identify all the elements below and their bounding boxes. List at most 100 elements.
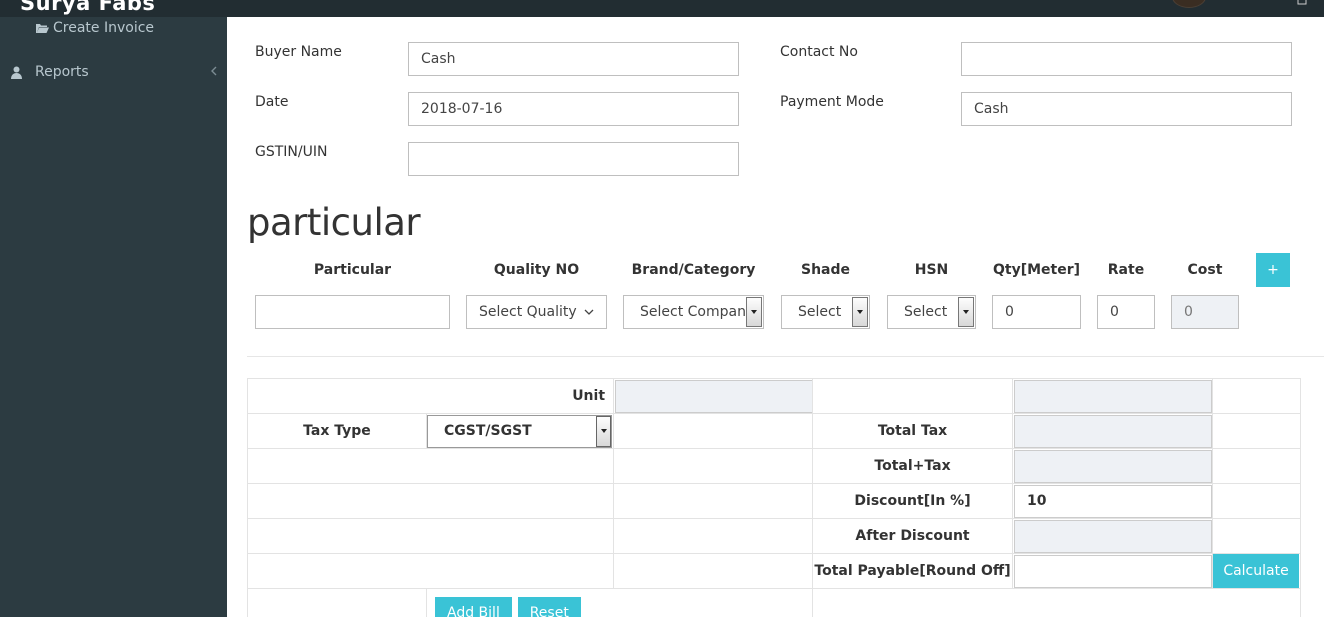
- gstin-input[interactable]: [408, 142, 739, 176]
- tax-type-select[interactable]: CGST/SGST: [427, 414, 612, 448]
- dropdown-arrow-icon: [596, 415, 611, 447]
- col-header-quality-no: Quality NO: [493, 262, 580, 278]
- total-plus-tax-cell: [1012, 448, 1214, 484]
- calculate-cell: Calculate: [1212, 553, 1302, 589]
- table-row: Discount[In %] 10: [246, 483, 1302, 519]
- contact-no-input[interactable]: [961, 42, 1292, 76]
- dropdown-arrow-icon: [958, 297, 974, 327]
- total-plus-tax-input[interactable]: [1014, 449, 1213, 483]
- reset-button[interactable]: Reset: [517, 597, 581, 617]
- table-row: Unit: [246, 378, 1302, 414]
- total-payable-label: Total Payable[Round Off]: [812, 553, 1014, 589]
- empty-cell: [613, 553, 814, 589]
- actions-cell: Add Bill Reset: [425, 588, 814, 617]
- rate-input[interactable]: 0: [1097, 295, 1155, 329]
- qty-input[interactable]: 0: [992, 295, 1081, 329]
- empty-cell: [1212, 413, 1302, 449]
- blank-input-cell: [1012, 378, 1214, 414]
- add-row-button[interactable]: +: [1256, 253, 1290, 287]
- payment-mode-label: Payment Mode: [780, 94, 884, 110]
- tax-type-value: CGST/SGST: [444, 423, 532, 439]
- top-navbar: Surya Fabs: [0, 0, 1324, 17]
- tax-type-cell: CGST/SGST: [425, 413, 615, 449]
- shade-select[interactable]: Select: [781, 295, 870, 329]
- empty-cell: [1212, 518, 1302, 554]
- unit-input[interactable]: [615, 379, 814, 413]
- discount-cell: 10: [1012, 483, 1214, 519]
- sidebar-item-create-invoice[interactable]: Create Invoice: [36, 20, 154, 36]
- brand-select-value: Select Company: [640, 304, 746, 320]
- total-tax-input[interactable]: [1014, 414, 1213, 448]
- buyer-name-label: Buyer Name: [255, 44, 342, 60]
- total-payable-cell: [1012, 553, 1214, 589]
- empty-cell: [613, 413, 814, 449]
- col-header-hsn: HSN: [914, 262, 949, 278]
- col-header-rate: Rate: [1107, 262, 1145, 278]
- brand-select[interactable]: Select Company: [623, 295, 764, 329]
- sidebar-item-label: Reports: [35, 64, 89, 80]
- discount-input[interactable]: 10: [1014, 484, 1213, 518]
- empty-cell: [1212, 378, 1302, 414]
- total-tax-label: Total Tax: [812, 413, 1014, 449]
- buyer-name-input[interactable]: Cash: [408, 42, 739, 76]
- empty-cell: [613, 448, 814, 484]
- empty-cell: [812, 378, 1014, 414]
- after-discount-label: After Discount: [812, 518, 1014, 554]
- brand-logo[interactable]: Surya Fabs: [20, 0, 155, 15]
- empty-cell: [1212, 448, 1302, 484]
- empty-cell: [246, 483, 615, 519]
- contact-no-label: Contact No: [780, 44, 858, 60]
- empty-cell: [812, 588, 1302, 617]
- summary-table: Unit Tax Type CGST/SGST Total Tax Total+…: [246, 378, 1302, 617]
- table-row: Total Payable[Round Off] Calculate: [246, 553, 1302, 589]
- table-row: After Discount: [246, 518, 1302, 554]
- col-header-particular: Particular: [313, 262, 392, 278]
- divider: [247, 356, 1324, 357]
- section-title: particular: [247, 201, 421, 244]
- quality-select[interactable]: Select Quality: [466, 295, 607, 329]
- table-row: Tax Type CGST/SGST Total Tax: [247, 413, 1302, 449]
- calculate-button[interactable]: Calculate: [1213, 554, 1300, 588]
- blank-input[interactable]: [1014, 379, 1213, 413]
- sign-out-icon[interactable]: [1297, 0, 1307, 5]
- chevron-down-icon: [584, 309, 594, 315]
- after-discount-cell: [1012, 518, 1214, 554]
- total-payable-input[interactable]: [1014, 554, 1213, 588]
- col-header-qty: Qty[Meter]: [992, 262, 1081, 278]
- empty-cell: [1212, 483, 1302, 519]
- unit-cell: [613, 378, 814, 414]
- col-header-cost: Cost: [1187, 262, 1223, 278]
- empty-cell: [613, 518, 814, 554]
- user-avatar[interactable]: [1172, 0, 1206, 8]
- empty-cell: [247, 588, 427, 617]
- quality-select-value: Select Quality: [479, 304, 577, 320]
- user-icon: [11, 66, 22, 79]
- empty-cell: [246, 553, 615, 589]
- folder-open-icon: [36, 23, 49, 33]
- payment-mode-input[interactable]: Cash: [961, 92, 1292, 126]
- cost-input: 0: [1171, 295, 1239, 329]
- particular-input[interactable]: [255, 295, 450, 329]
- hsn-select-value: Select: [904, 304, 948, 320]
- col-header-brand: Brand/Category: [631, 262, 756, 278]
- dropdown-arrow-icon: [746, 297, 762, 327]
- user-menu-icon[interactable]: [1228, 0, 1238, 4]
- sidebar-item-reports[interactable]: Reports: [10, 64, 218, 80]
- sidebar: Create Invoice Reports: [0, 17, 227, 617]
- sidebar-item-label: Create Invoice: [53, 20, 155, 36]
- empty-cell: [246, 448, 615, 484]
- table-row: Total+Tax: [246, 448, 1302, 484]
- hsn-select[interactable]: Select: [887, 295, 976, 329]
- total-plus-tax-label: Total+Tax: [812, 448, 1014, 484]
- col-header-shade: Shade: [800, 262, 850, 278]
- chevron-left-icon: [211, 66, 217, 76]
- date-input[interactable]: 2018-07-16: [408, 92, 739, 126]
- gstin-label: GSTIN/UIN: [255, 144, 328, 160]
- date-label: Date: [255, 94, 289, 110]
- after-discount-input[interactable]: [1014, 519, 1213, 553]
- tax-type-label: Tax Type: [247, 413, 427, 449]
- add-bill-button[interactable]: Add Bill: [435, 597, 512, 617]
- table-row: Add Bill Reset: [247, 588, 1302, 617]
- dropdown-arrow-icon: [852, 297, 868, 327]
- shade-select-value: Select: [798, 304, 842, 320]
